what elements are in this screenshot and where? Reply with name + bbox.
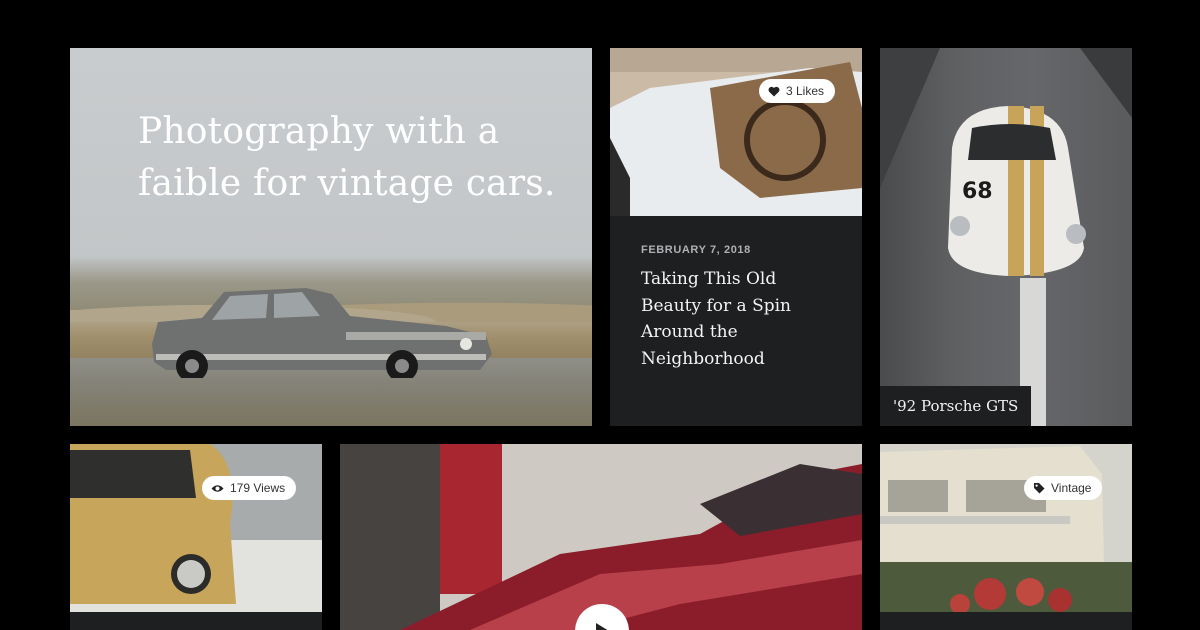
beetle-caption-bar: [70, 612, 322, 630]
porsche-tile[interactable]: 68 '92 Porsche GTS: [880, 48, 1132, 426]
eye-icon: [211, 484, 224, 492]
post-card[interactable]: 3 Likes FEBRUARY 7, 2018 Taking This Old…: [610, 48, 862, 426]
views-count: 179 Views: [230, 481, 286, 495]
convertible-interior-image: [610, 48, 862, 216]
tag-icon: [1034, 483, 1045, 494]
svg-text:68: 68: [962, 179, 993, 204]
post-title[interactable]: Taking This Old Beauty for a Spin Around…: [641, 266, 841, 372]
play-icon: [596, 623, 608, 630]
red-sportscar-tile[interactable]: [340, 444, 862, 630]
heart-icon: [768, 86, 780, 96]
vintage-volvo-image: [880, 444, 1132, 630]
porsche-image: 68: [880, 48, 1132, 426]
tag-badge[interactable]: Vintage: [1024, 476, 1103, 500]
hero-tile[interactable]: Photography with a faible for vintage ca…: [70, 48, 592, 426]
vintage-sedan-image: [152, 288, 492, 378]
tag-label: Vintage: [1051, 481, 1092, 495]
hero-title: Photography with a faible for vintage ca…: [138, 111, 556, 204]
red-sportscar-image: [340, 444, 862, 630]
volvo-caption-bar: [880, 612, 1132, 630]
vintage-volvo-tile[interactable]: Vintage: [880, 444, 1132, 630]
beetle-tile[interactable]: 179 Views: [70, 444, 322, 630]
porsche-caption: '92 Porsche GTS: [880, 386, 1032, 426]
likes-count: 3 Likes: [786, 84, 825, 98]
views-badge[interactable]: 179 Views: [202, 476, 297, 500]
post-date: FEBRUARY 7, 2018: [641, 244, 751, 256]
beetle-image: [70, 444, 322, 630]
likes-badge[interactable]: 3 Likes: [759, 79, 836, 103]
